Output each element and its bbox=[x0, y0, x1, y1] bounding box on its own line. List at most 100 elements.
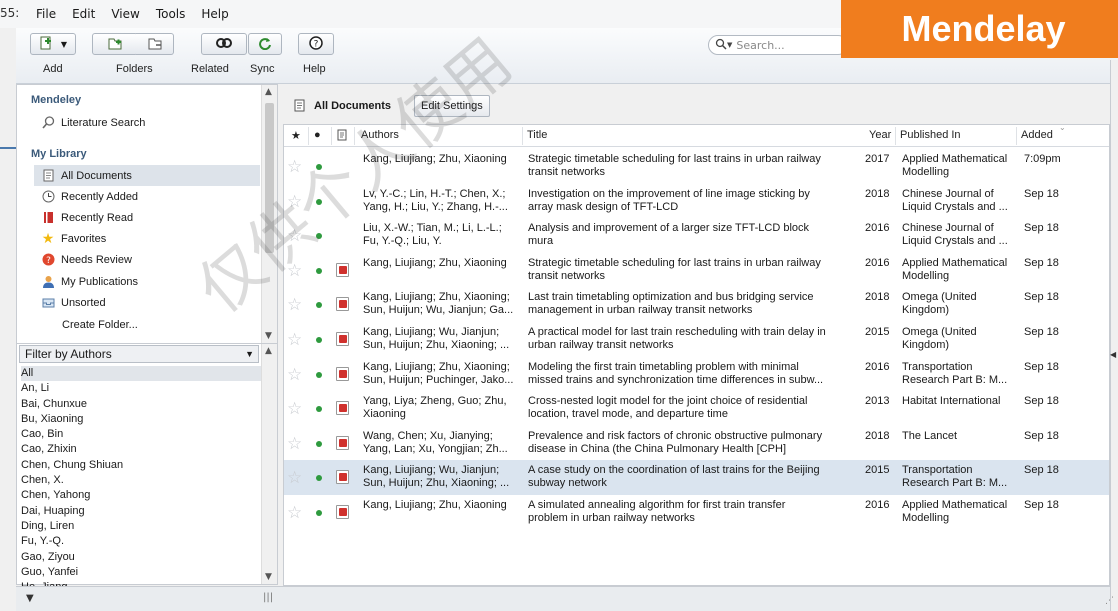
sidebar-item-recently-read[interactable]: Recently Read bbox=[41, 207, 133, 228]
sidebar-item-recently-added[interactable]: Recently Added bbox=[41, 186, 138, 207]
add-folder-button[interactable] bbox=[92, 33, 138, 55]
pdf-file-icon[interactable] bbox=[336, 505, 349, 519]
pdf-file-icon[interactable] bbox=[336, 366, 349, 381]
table-row[interactable]: ☆ Kang, Liujiang; Zhu, Xiaoning Strategic … bbox=[284, 149, 1109, 184]
favorite-star-icon[interactable]: ☆ bbox=[287, 228, 302, 245]
author-item[interactable]: Bai, Chunxue bbox=[21, 397, 261, 412]
table-row[interactable]: ☆ Kang, Liujiang; Zhu, Xiaoning Strategic … bbox=[284, 253, 1109, 288]
read-status-dot-icon[interactable] bbox=[316, 371, 322, 378]
related-button[interactable] bbox=[201, 33, 247, 55]
table-row[interactable]: ☆ Kang, Liujiang; Wu, Jianjun; Sun, Huiju… bbox=[284, 322, 1109, 357]
favorite-star-icon[interactable]: ☆ bbox=[287, 193, 302, 211]
author-item[interactable]: Dai, Huaping bbox=[21, 504, 261, 519]
author-item[interactable]: An, Li bbox=[21, 381, 261, 396]
column-header-title[interactable]: Title bbox=[527, 129, 547, 141]
pdf-file-icon[interactable] bbox=[336, 297, 349, 312]
collapse-arrow-icon[interactable]: ◀ bbox=[1110, 350, 1116, 359]
scrollbar-thumb[interactable] bbox=[265, 103, 274, 253]
table-row[interactable]: ☆ Kang, Liujiang; Zhu, Xiaoning; Sun, Hui… bbox=[284, 357, 1109, 392]
read-status-dot-icon[interactable] bbox=[316, 164, 322, 170]
favorite-star-icon[interactable]: ☆ bbox=[287, 366, 302, 384]
search-input[interactable]: ▼ Search... bbox=[708, 35, 848, 55]
favorite-star-icon[interactable]: ☆ bbox=[287, 262, 302, 280]
filter-scrollbar[interactable]: ▲ ▼ bbox=[261, 344, 277, 584]
author-item[interactable]: Chen, X. bbox=[21, 473, 261, 488]
sidebar-scrollbar[interactable]: ▲ ▼ bbox=[261, 85, 277, 343]
favorite-star-icon[interactable]: ☆ bbox=[287, 505, 302, 522]
remove-folder-button[interactable] bbox=[136, 33, 174, 55]
author-item[interactable]: Chen, Chung Shiuan bbox=[21, 458, 261, 473]
sidebar-item-my-publications[interactable]: My Publications bbox=[41, 271, 138, 292]
help-button[interactable]: ? bbox=[298, 33, 334, 55]
author-item[interactable]: Bu, Xiaoning bbox=[21, 412, 261, 427]
read-status-dot-icon[interactable] bbox=[316, 475, 322, 482]
author-item[interactable]: Guo, Yanfei bbox=[21, 565, 261, 580]
row-published-in: Habitat International bbox=[902, 395, 1001, 408]
read-status-dot-icon[interactable] bbox=[316, 510, 322, 516]
scroll-down-icon[interactable]: ▼ bbox=[265, 331, 272, 341]
read-status-dot-icon[interactable] bbox=[316, 406, 322, 413]
menu-file[interactable]: File bbox=[28, 0, 64, 28]
menu-tools[interactable]: Tools bbox=[148, 0, 194, 28]
column-divider bbox=[1016, 127, 1017, 145]
sidebar-item-literature-search[interactable]: Literature Search bbox=[41, 112, 145, 133]
author-item[interactable]: Fu, Y.-Q. bbox=[21, 534, 261, 549]
column-header-year[interactable]: Year bbox=[869, 129, 891, 141]
favorite-star-icon[interactable]: ☆ bbox=[287, 401, 302, 418]
pdf-file-icon[interactable] bbox=[336, 262, 349, 277]
favorite-star-icon[interactable]: ☆ bbox=[287, 297, 302, 314]
read-status-column-icon[interactable]: ● bbox=[314, 129, 321, 141]
sidebar-item-unsorted[interactable]: Unsorted bbox=[41, 292, 106, 313]
filter-funnel-icon[interactable]: ▼ bbox=[26, 593, 48, 607]
resize-grip-icon[interactable]: ⋰ bbox=[1105, 596, 1114, 606]
menu-help[interactable]: Help bbox=[193, 0, 236, 28]
column-header-published-in[interactable]: Published In bbox=[900, 129, 961, 141]
splitter-grip-icon[interactable]: ||| bbox=[263, 592, 273, 603]
filter-select[interactable]: Filter by Authors ▼ bbox=[19, 345, 259, 363]
file-column-icon[interactable] bbox=[337, 129, 347, 144]
favorite-star-icon[interactable]: ☆ bbox=[287, 435, 302, 453]
read-status-dot-icon[interactable] bbox=[316, 337, 322, 343]
column-header-authors[interactable]: Authors bbox=[361, 129, 399, 141]
favorite-star-icon[interactable]: ☆ bbox=[287, 159, 302, 176]
menu-edit[interactable]: Edit bbox=[64, 0, 103, 28]
pdf-file-icon[interactable] bbox=[336, 332, 349, 346]
author-item[interactable]: Chen, Yahong bbox=[21, 488, 261, 503]
edit-settings-button[interactable]: Edit Settings bbox=[414, 95, 490, 117]
table-row[interactable]: ☆ Wang, Chen; Xu, Jianying; Yang, Lan; Xu… bbox=[284, 426, 1109, 461]
favorite-column-icon[interactable]: ★ bbox=[291, 129, 301, 142]
table-row[interactable]: ☆ Kang, Liujiang; Zhu, Xiaoning A simulate… bbox=[284, 495, 1109, 530]
read-status-dot-icon[interactable] bbox=[316, 233, 322, 240]
table-row[interactable]: ☆ Liu, X.-W.; Tian, M.; Li, L.-L.; Fu, Y.… bbox=[284, 218, 1109, 253]
pdf-file-icon[interactable] bbox=[336, 470, 349, 485]
read-status-dot-icon[interactable] bbox=[316, 267, 322, 274]
author-item[interactable]: All bbox=[21, 366, 261, 382]
sync-button[interactable] bbox=[248, 33, 282, 55]
menu-view[interactable]: View bbox=[103, 0, 147, 28]
table-row[interactable]: ☆ Lv, Y.-C.; Lin, H.-T.; Chen, X.; Yang, … bbox=[284, 184, 1109, 219]
pdf-file-icon[interactable] bbox=[336, 401, 349, 416]
scroll-up-icon[interactable]: ▲ bbox=[265, 346, 272, 356]
author-item[interactable]: Gao, Ziyou bbox=[21, 550, 261, 565]
scroll-down-icon[interactable]: ▼ bbox=[265, 572, 272, 582]
read-status-dot-icon[interactable] bbox=[316, 198, 322, 205]
read-status-dot-icon[interactable] bbox=[316, 440, 322, 447]
add-button[interactable]: ▼ bbox=[30, 33, 76, 55]
right-splitter[interactable] bbox=[1110, 60, 1118, 611]
pdf-file-icon[interactable] bbox=[336, 435, 349, 450]
author-item[interactable]: Cao, Bin bbox=[21, 427, 261, 442]
table-row[interactable]: ☆ Kang, Liujiang; Wu, Jianjun; Sun, Huiju… bbox=[284, 460, 1109, 495]
table-row[interactable]: ☆ Yang, Liya; Zheng, Guo; Zhu, Xiaoning Cr… bbox=[284, 391, 1109, 426]
create-folder-link[interactable]: Create Folder... bbox=[62, 314, 138, 335]
favorite-star-icon[interactable]: ☆ bbox=[287, 470, 302, 487]
read-status-dot-icon[interactable] bbox=[316, 302, 322, 309]
sidebar-item-favorites[interactable]: ★ Favorites bbox=[41, 228, 107, 249]
sidebar-item-needs-review[interactable]: ? Needs Review bbox=[41, 249, 132, 270]
column-header-added[interactable]: Added bbox=[1021, 129, 1053, 141]
author-item[interactable]: Ding, Liren bbox=[21, 519, 261, 534]
table-row[interactable]: ☆ Kang, Liujiang; Zhu, Xiaoning; Sun, Hui… bbox=[284, 287, 1109, 322]
sidebar-item-all-documents[interactable]: All Documents bbox=[34, 165, 260, 186]
author-item[interactable]: Cao, Zhixin bbox=[21, 442, 261, 457]
scroll-up-icon[interactable]: ▲ bbox=[265, 87, 272, 97]
favorite-star-icon[interactable]: ☆ bbox=[287, 332, 302, 349]
